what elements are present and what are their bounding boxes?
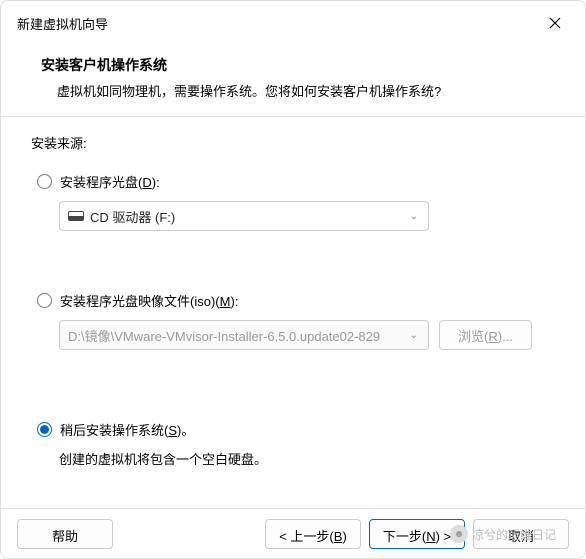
label-install-later[interactable]: 稍后安装操作系统(S)。 (60, 420, 194, 439)
window-title: 新建虚拟机向导 (17, 14, 108, 33)
label-installer-disc[interactable]: 安装程序光盘(D): (60, 172, 160, 191)
radio-installer-disc[interactable] (37, 174, 52, 189)
header-title: 安装客户机操作系统 (41, 55, 561, 75)
next-button[interactable]: 下一步(N) > (369, 519, 465, 549)
cd-drive-icon (68, 211, 84, 221)
disc-drive-dropdown[interactable]: CD 驱动器 (F:) ⌄ (59, 201, 429, 231)
radio-install-later[interactable] (37, 422, 52, 437)
iso-path-dropdown: D:\镜像\VMware-VMvisor-Installer-6.5.0.upd… (59, 320, 429, 350)
source-label: 安装来源: (31, 133, 555, 152)
chevron-down-icon: ⌄ (410, 330, 418, 341)
back-button[interactable]: < 上一步(B) (265, 519, 361, 549)
iso-path-value: D:\镜像\VMware-VMvisor-Installer-6.5.0.upd… (68, 326, 380, 345)
header-subtitle: 虚拟机如同物理机，需要操作系统。您将如何安装客户机操作系统? (41, 81, 561, 100)
install-later-description: 创建的虚拟机将包含一个空白硬盘。 (31, 449, 555, 468)
chevron-down-icon: ⌄ (410, 211, 418, 222)
disc-drive-value: CD 驱动器 (F:) (90, 207, 175, 226)
cancel-button[interactable]: 取消 (473, 519, 569, 549)
help-button[interactable]: 帮助 (17, 519, 113, 549)
close-button[interactable] (537, 9, 573, 37)
browse-button: 浏览(R)... (439, 320, 532, 350)
radio-iso-file[interactable] (37, 293, 52, 308)
label-iso-file[interactable]: 安装程序光盘映像文件(iso)(M): (60, 291, 238, 310)
close-icon (549, 17, 561, 29)
